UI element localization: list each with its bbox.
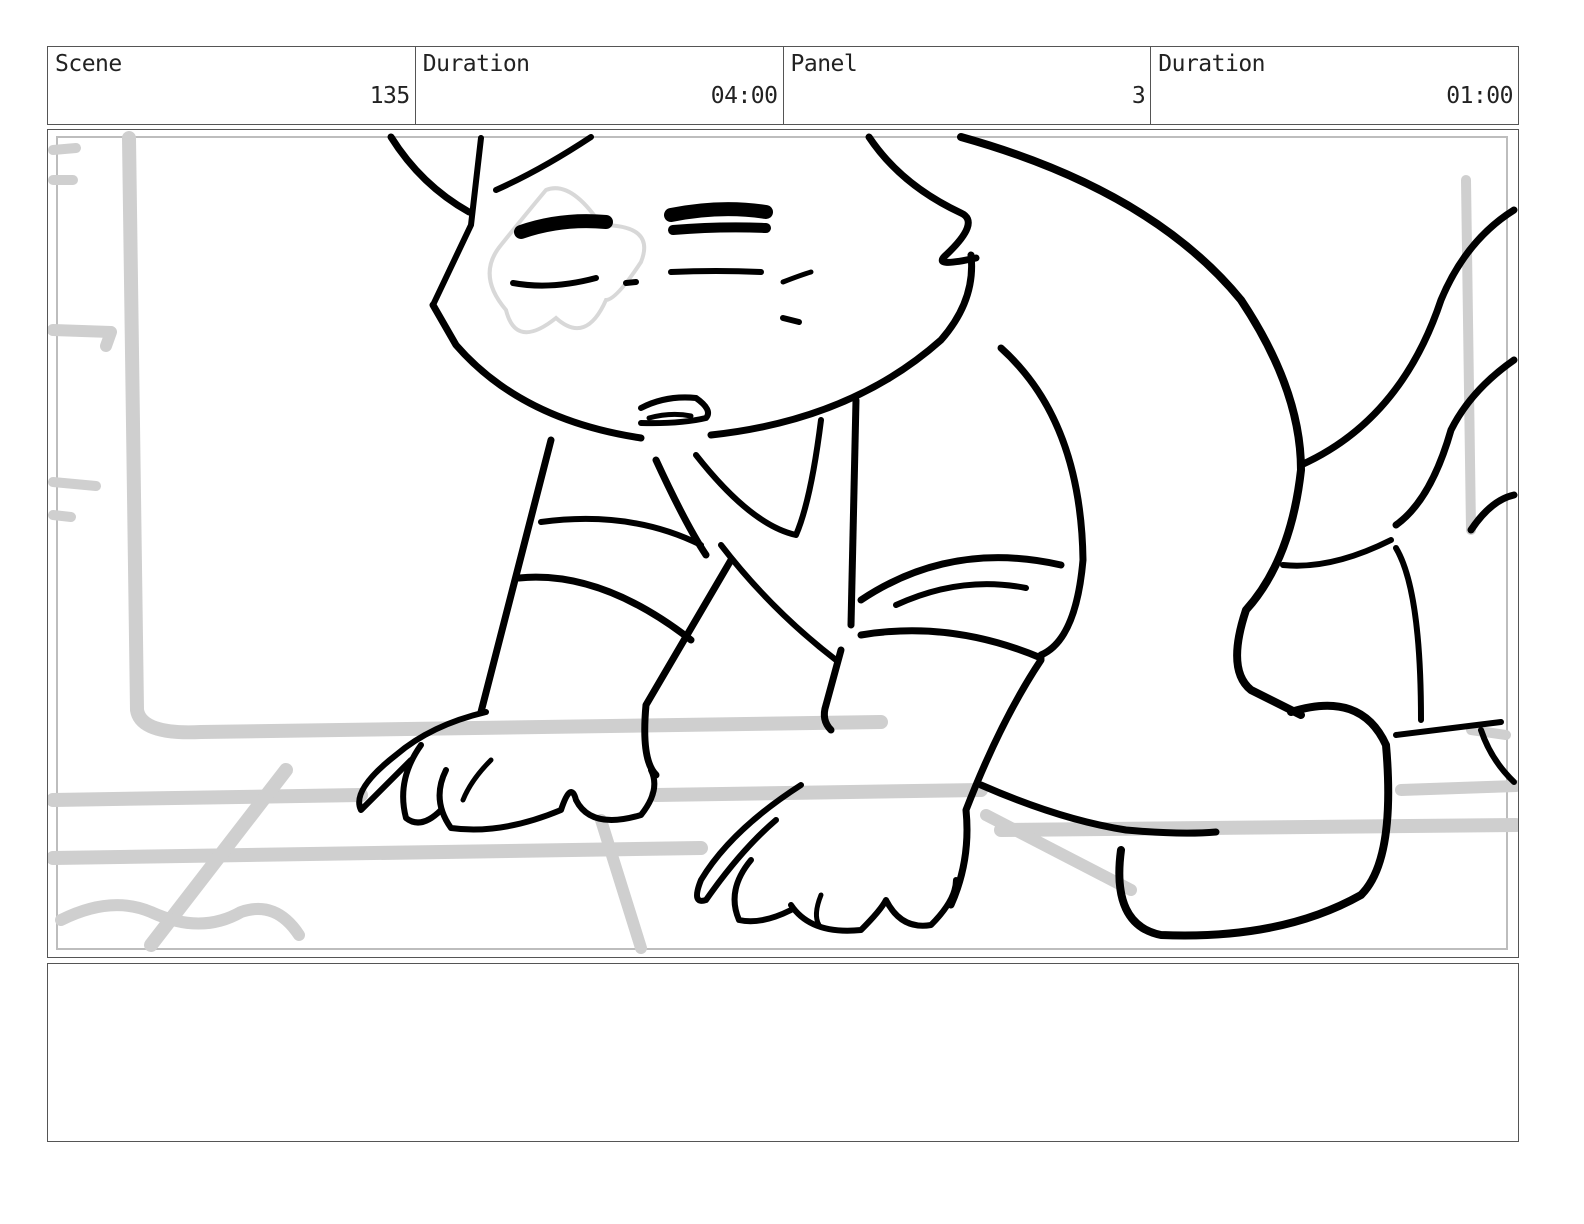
- panel-duration-cell: Duration 01:00: [1150, 47, 1518, 124]
- panel-number: 3: [1131, 83, 1146, 109]
- scene-duration-label: Duration: [422, 51, 530, 77]
- panel-duration-label: Duration: [1158, 51, 1266, 77]
- star-doodle: [487, 186, 647, 335]
- scene-duration-value: 04:00: [710, 83, 778, 109]
- scene-duration-cell: Duration 04:00: [414, 47, 783, 124]
- background-sketch: [48, 131, 1518, 954]
- storyboard-header: Scene 135 Duration 04:00 Panel 3 Duratio…: [47, 46, 1519, 125]
- scene-label: Scene: [55, 51, 122, 77]
- panel-duration-value: 01:00: [1446, 83, 1513, 109]
- scene-number: 135: [369, 83, 411, 109]
- panel-label: Panel: [790, 51, 858, 77]
- character-lineart: [356, 133, 1518, 940]
- storyboard-panel: [47, 129, 1519, 958]
- scene-cell: Scene 135: [48, 47, 415, 124]
- panel-cell: Panel 3: [782, 47, 1151, 124]
- panel-sketch-image: [48, 131, 1518, 954]
- panel-notes-box[interactable]: [47, 963, 1519, 1142]
